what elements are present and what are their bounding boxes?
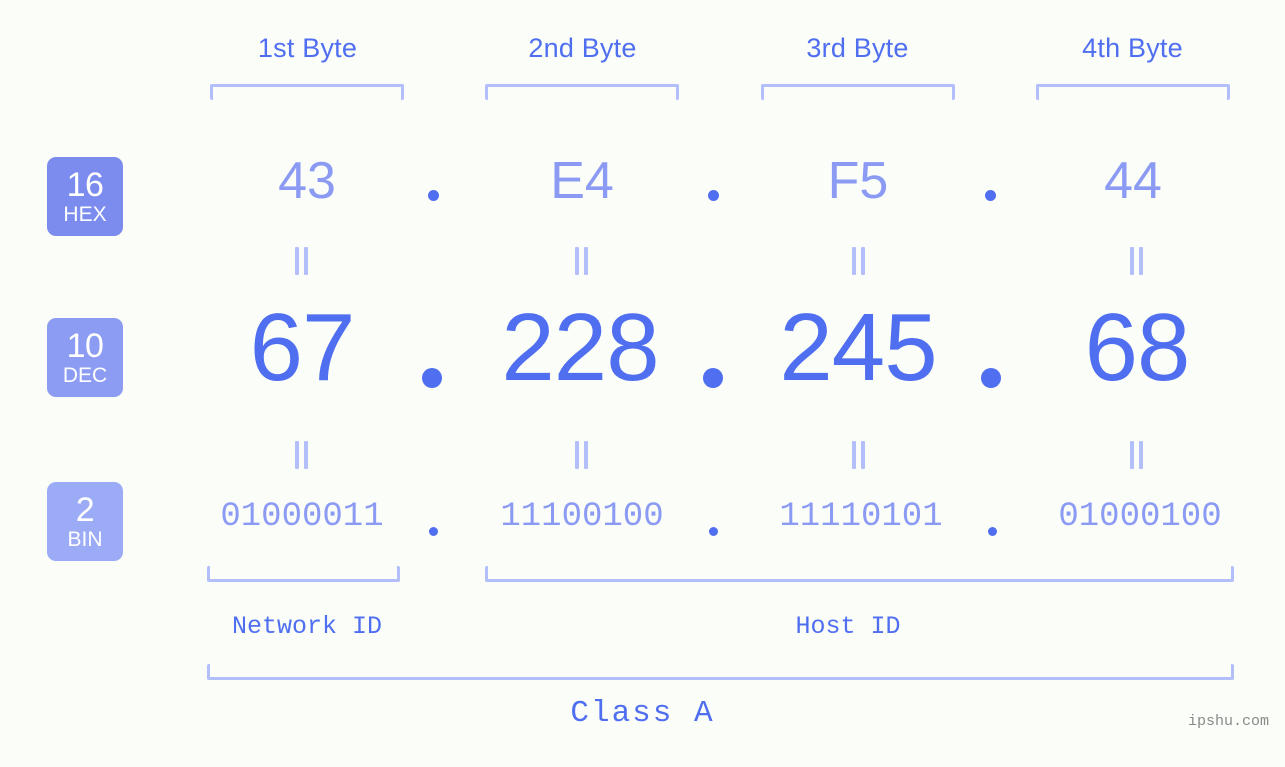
radix-badge-hex-number: 16 xyxy=(66,166,104,204)
dec-separator-dot-2 xyxy=(703,368,723,388)
equals-icon-dec-bin-4 xyxy=(1127,441,1145,469)
dec-octet-3: 245 xyxy=(779,294,937,401)
hex-separator-dot-3 xyxy=(985,190,996,201)
network-id-bracket xyxy=(207,566,400,582)
byte-header-4: 4th Byte xyxy=(1082,33,1183,63)
byte-header-1: 1st Byte xyxy=(257,33,358,63)
dec-separator-dot-3 xyxy=(981,368,1001,388)
bin-octet-3: 11110101 xyxy=(779,498,943,536)
bin-separator-dot-2 xyxy=(709,527,718,536)
radix-badge-dec-word: DEC xyxy=(62,364,108,387)
byte-header-3: 3rd Byte xyxy=(806,33,909,63)
byte-bracket-1 xyxy=(210,84,404,100)
byte-bracket-3 xyxy=(761,84,955,100)
dec-octet-2: 228 xyxy=(501,294,659,401)
byte-header-2: 2nd Byte xyxy=(528,33,637,63)
bin-octet-2: 11100100 xyxy=(500,498,664,536)
radix-badge-dec-number: 10 xyxy=(66,327,104,365)
radix-badge-dec: 10 DEC xyxy=(47,318,123,397)
hex-octet-4: 44 xyxy=(1104,152,1162,210)
equals-icon-dec-bin-1 xyxy=(292,441,310,469)
equals-icon-dec-bin-2 xyxy=(572,441,590,469)
radix-badge-bin-word: BIN xyxy=(67,528,103,551)
hex-octet-2: E4 xyxy=(550,152,614,210)
dec-octet-1: 67 xyxy=(249,294,356,401)
radix-badge-hex: 16 HEX xyxy=(47,157,123,236)
dec-separator-dot-1 xyxy=(422,368,442,388)
network-id-label: Network ID xyxy=(231,612,383,641)
equals-icon-hex-dec-1 xyxy=(292,247,310,275)
bin-octet-4: 01000100 xyxy=(1058,498,1222,536)
equals-icon-hex-dec-2 xyxy=(572,247,590,275)
hex-octet-1: 43 xyxy=(278,152,336,210)
equals-icon-dec-bin-3 xyxy=(849,441,867,469)
site-watermark: ipshu.com xyxy=(1187,713,1269,730)
host-id-label: Host ID xyxy=(795,612,901,641)
hex-separator-dot-1 xyxy=(428,190,439,201)
radix-badge-bin: 2 BIN xyxy=(47,482,123,561)
host-id-bracket xyxy=(485,566,1234,582)
byte-bracket-2 xyxy=(485,84,679,100)
equals-icon-hex-dec-3 xyxy=(849,247,867,275)
hex-octet-3: F5 xyxy=(827,152,889,210)
dec-octet-4: 68 xyxy=(1084,294,1191,401)
bin-octet-1: 01000011 xyxy=(220,498,384,536)
bin-separator-dot-1 xyxy=(429,527,438,536)
byte-bracket-4 xyxy=(1036,84,1230,100)
equals-icon-hex-dec-4 xyxy=(1127,247,1145,275)
class-label: Class A xyxy=(570,696,715,731)
radix-badge-bin-number: 2 xyxy=(75,491,95,529)
class-bracket xyxy=(207,664,1234,680)
bin-separator-dot-3 xyxy=(988,527,997,536)
hex-separator-dot-2 xyxy=(708,190,719,201)
ip-address-breakdown-diagram: 1st Byte 2nd Byte 3rd Byte 4th Byte 16 H… xyxy=(0,0,1285,767)
radix-badge-hex-word: HEX xyxy=(63,203,107,226)
